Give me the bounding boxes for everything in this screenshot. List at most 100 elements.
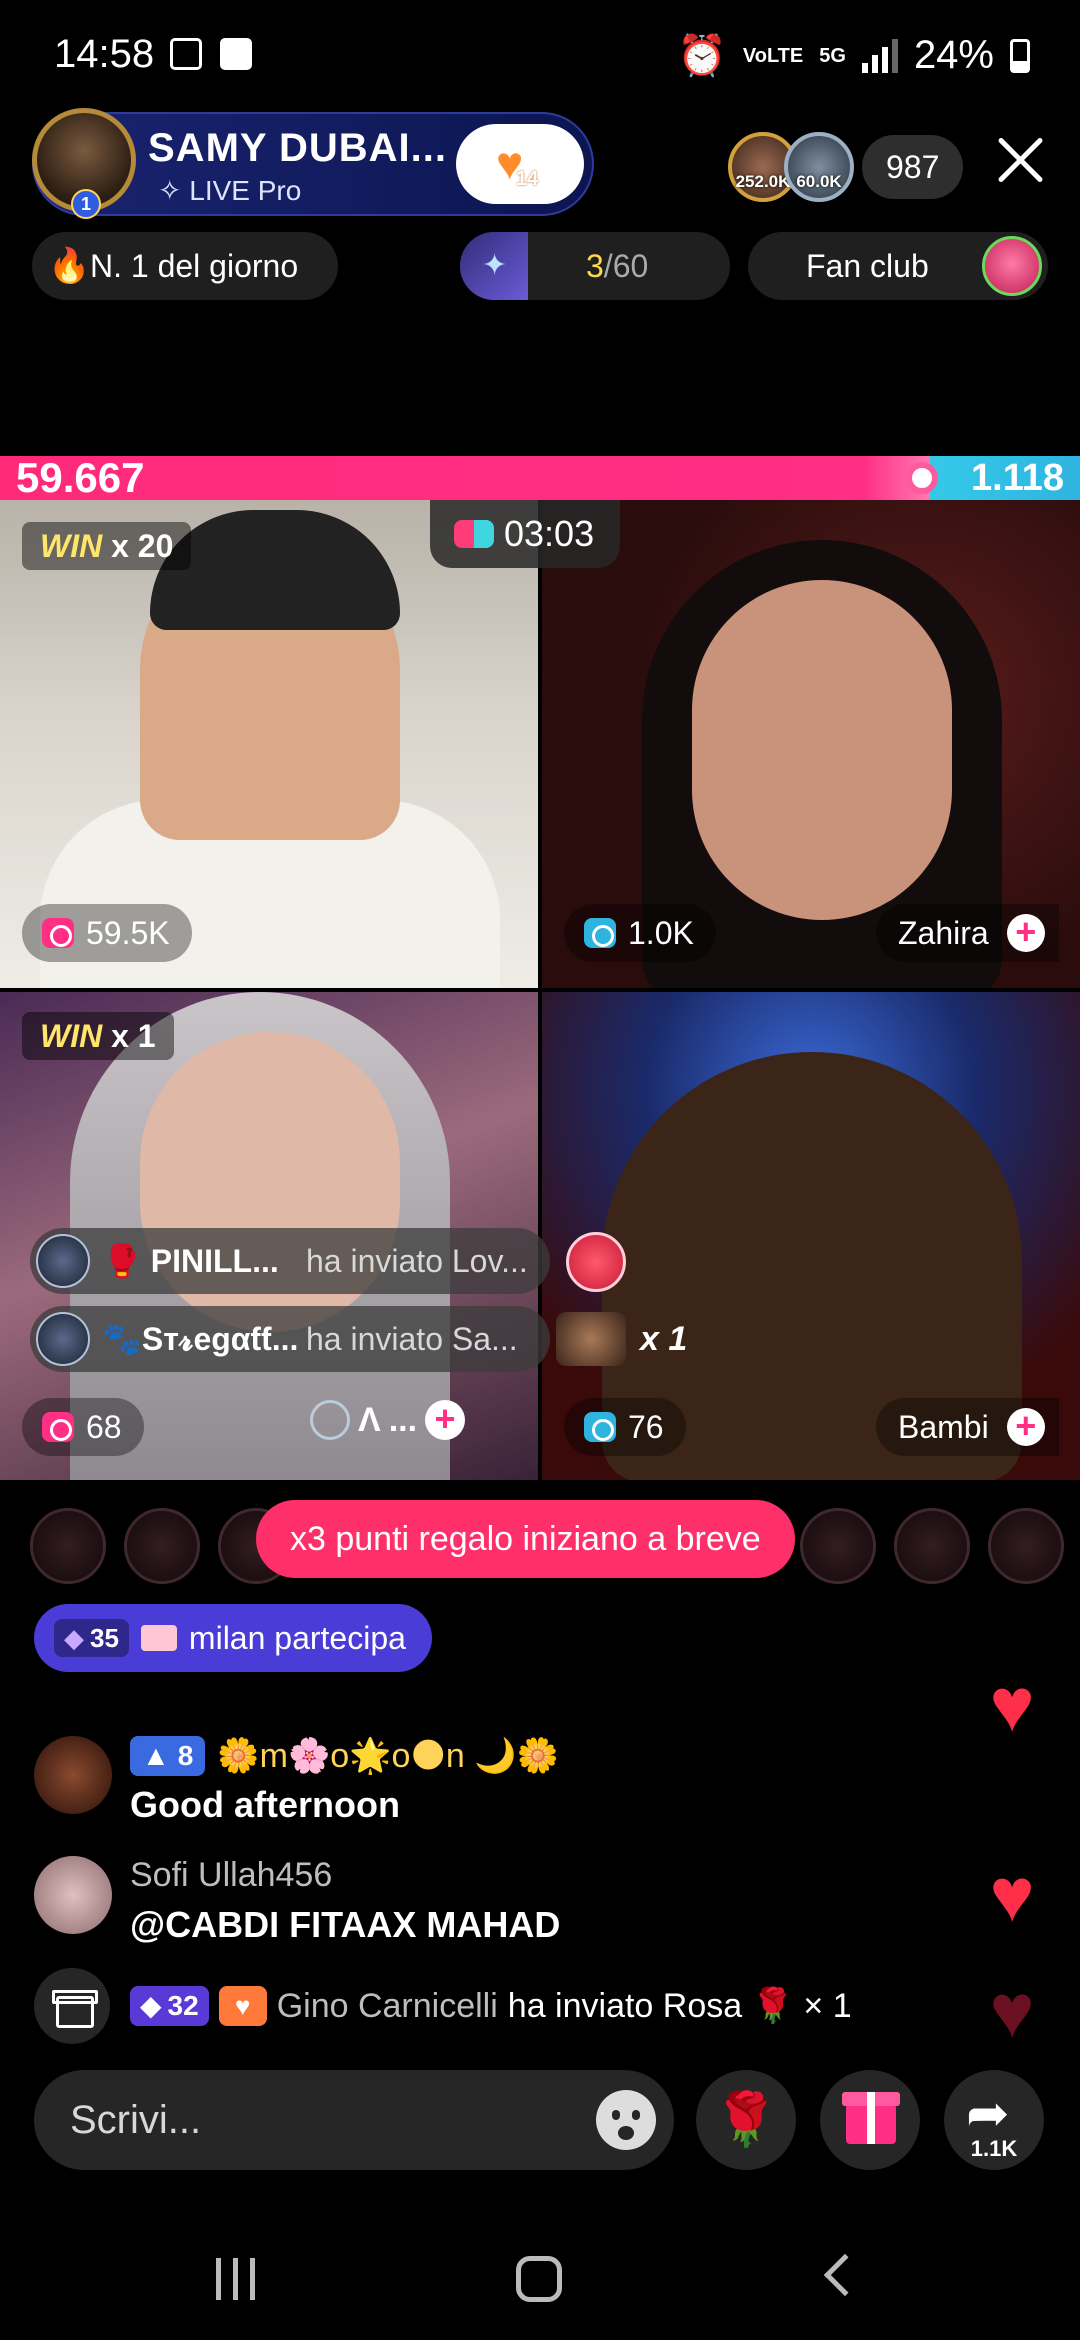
gift-notification: 🥊 PINILL... ha inviato Lov... — [30, 1228, 550, 1294]
triangle-icon: ▲ — [142, 1740, 170, 1771]
guest-name-row[interactable]: Λ ... + — [310, 1400, 466, 1440]
comment-input[interactable]: Scrivi... — [34, 2070, 674, 2170]
viewer-count[interactable]: 987 — [862, 135, 964, 199]
host-subtitle: ✧ LIVE Pro — [158, 175, 302, 206]
chat-text: Good afternoon — [130, 1784, 400, 1825]
pk-bar-divider-icon — [906, 462, 938, 494]
tile-name-bambi[interactable]: Bambi + — [876, 1398, 1059, 1456]
pk-score-bar: 59.667 1.118 — [0, 456, 1080, 500]
gift-chat-message: ◆ 32 ♥ Gino Carnicelli ha inviato Rosa 🌹 … — [34, 1968, 1054, 2044]
avatar[interactable] — [988, 1508, 1064, 1584]
gift-button[interactable] — [820, 2070, 920, 2170]
check-box-icon — [220, 38, 252, 70]
rose-icon: 🌹 — [713, 2091, 779, 2149]
join-notification: ◆ 35 milan partecipa — [34, 1604, 432, 1672]
chat-message[interactable]: ▲ 8 🌼m🌸o🌟o🌑n 🌙🌼 Good afternoon — [34, 1736, 934, 1836]
daily-rank-chip[interactable]: 🔥 N. 1 del giorno — [32, 232, 338, 300]
host-name: SAMY DUBAI... — [148, 126, 447, 170]
host-avatar[interactable]: 1 — [32, 108, 136, 219]
gift-notification: 🐾Sт𝓻egαƭƭ... ha inviato Sa... — [30, 1306, 550, 1372]
avatar[interactable] — [894, 1508, 970, 1584]
avatar — [36, 1312, 90, 1366]
camera-icon — [42, 918, 74, 948]
goal-progress-value: 3/60 — [586, 248, 649, 284]
top-viewer-score: 60.0K — [796, 172, 842, 191]
sparkle-icon — [460, 232, 528, 300]
floating-heart-icon: ♥ — [989, 1969, 1035, 2054]
heart-count: 14 — [516, 168, 539, 190]
screenshot-icon — [170, 38, 202, 70]
pk-left-score: 59.667 — [16, 454, 145, 501]
win-streak-badge: WIN x 20 — [22, 522, 192, 570]
emoji-icon[interactable] — [596, 2090, 656, 2150]
love-gift-icon — [566, 1232, 626, 1292]
join-text: milan partecipa — [188, 1620, 406, 1656]
win-streak-badge: WIN x 1 — [22, 1012, 174, 1060]
gift-sender: Gino Carnicelli — [276, 1987, 498, 2025]
battery-icon — [1010, 38, 1030, 73]
signal-icon — [861, 38, 898, 73]
avatar — [556, 1312, 626, 1366]
host-level-badge: 1 — [71, 189, 101, 219]
gift-combo: x 1 — [556, 1306, 687, 1372]
chat-message[interactable]: Sofi Ullah456 @CABDI FITAAX MAHAD — [34, 1856, 934, 1956]
camera-icon — [584, 918, 616, 948]
diamond-icon: ◆ — [64, 1623, 84, 1653]
avatar[interactable] — [30, 1508, 106, 1584]
follow-plus-icon[interactable]: + — [425, 1400, 466, 1440]
top-viewer-avatar[interactable]: 60.0K — [784, 132, 854, 202]
avatar[interactable] — [34, 1736, 112, 1814]
heart-badge-icon: ♥ — [218, 1986, 267, 2026]
follow-plus-icon[interactable]: + — [1006, 914, 1045, 952]
tile-score: 59.5K — [22, 904, 192, 962]
avatar[interactable] — [124, 1508, 200, 1584]
daily-rank-label: N. 1 del giorno — [90, 248, 299, 284]
level-badge: ▲ 8 — [130, 1736, 206, 1776]
comment-placeholder: Scrivi... — [70, 2098, 202, 2142]
tile-score: 76 — [564, 1398, 686, 1456]
diamond-icon: ◆ — [140, 1990, 162, 2021]
chat-username: Sofi Ullah456 — [130, 1856, 333, 1894]
avatar[interactable] — [34, 1856, 112, 1934]
recent-apps-icon[interactable] — [216, 2258, 255, 2300]
gift-icon — [842, 2092, 900, 2144]
status-bar: 14:58 ⏰ VoLTE 5G 24% — [0, 0, 1080, 110]
avatar — [36, 1234, 90, 1288]
pk-right-score: 1.118 — [971, 457, 1064, 499]
fan-club-label: Fan club — [806, 248, 929, 284]
follow-plus-icon[interactable]: + — [1006, 1408, 1045, 1446]
home-icon[interactable] — [516, 2256, 562, 2302]
tile-name-zahira[interactable]: Zahira + — [876, 904, 1059, 962]
pk-timer: 03:03 — [430, 500, 621, 568]
envelope-icon — [140, 1625, 177, 1651]
gift-box-icon[interactable] — [34, 1968, 110, 2044]
top-viewers[interactable]: 252.0K 60.0K 987 — [728, 132, 964, 202]
battery-percent: 24% — [913, 33, 994, 77]
share-button[interactable]: ➦ 1.1K — [944, 2070, 1044, 2170]
network-label: 5G — [819, 44, 846, 67]
rose-gift-button[interactable]: 🌹 — [696, 2070, 796, 2170]
alarm-icon: ⏰ — [677, 34, 727, 78]
a-logo-icon: Λ — [358, 1400, 381, 1439]
goal-progress-chip[interactable]: 3/60 — [460, 232, 730, 300]
fan-club-mascot-icon — [982, 236, 1042, 296]
flame-icon: 🔥 — [48, 247, 91, 285]
avatar[interactable] — [800, 1508, 876, 1584]
fingerprint-icon — [310, 1400, 350, 1440]
host-card[interactable]: 1 SAMY DUBAI... ✧ LIVE Pro ♥ 14 — [32, 108, 594, 219]
pk-battle-icon — [454, 520, 494, 548]
level-badge: ◆ 32 — [130, 1986, 209, 2026]
share-count: 1.1K — [970, 2136, 1018, 2161]
volte-label: VoLTE — [742, 44, 804, 67]
back-icon[interactable] — [823, 2253, 867, 2297]
follow-heart-button[interactable]: ♥ 14 — [456, 124, 584, 204]
share-arrow-icon: ➦ — [966, 2085, 1010, 2143]
level-badge: ◆ 35 — [54, 1619, 129, 1657]
tile-score: 1.0K — [564, 904, 716, 962]
close-icon[interactable] — [990, 130, 1050, 190]
camera-icon — [42, 1412, 74, 1442]
status-time: 14:58 — [54, 32, 155, 76]
system-nav-bar — [0, 2220, 1080, 2340]
tile-score: 68 — [22, 1398, 144, 1456]
fan-club-chip[interactable]: Fan club — [748, 232, 1048, 300]
